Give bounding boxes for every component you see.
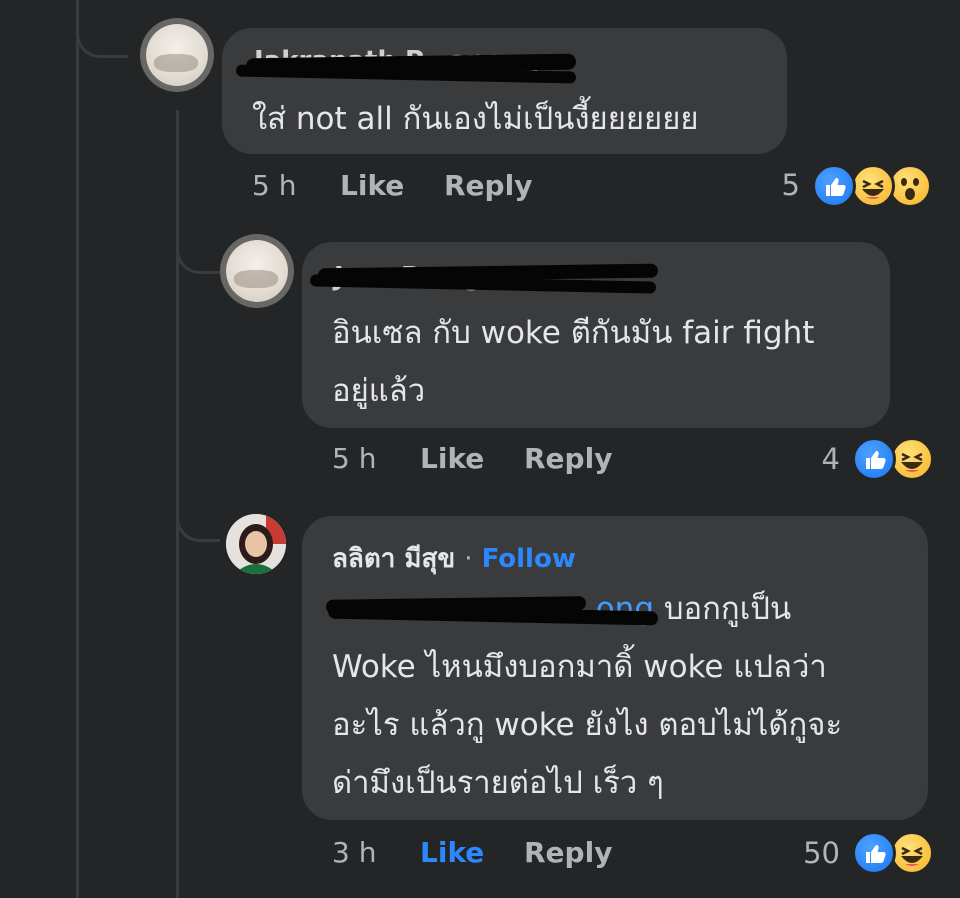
haha-icon[interactable]: [851, 164, 895, 208]
comment-line: อินเซล กับ woke ตีกันมัน fair fight: [332, 315, 815, 351]
reaction-count[interactable]: 50: [780, 836, 840, 870]
follow-button[interactable]: Follow: [482, 544, 576, 574]
avatar-photo: [226, 514, 286, 574]
timestamp[interactable]: 5 h: [332, 442, 376, 475]
avatar[interactable]: [146, 24, 208, 86]
thread-curve-2: [176, 220, 220, 274]
comment-line: อะไร แล้วกู woke ยังไง ตอบไม่ได้กูจะ: [332, 707, 843, 743]
comment-line: ด่ามึงเป็นรายต่อไป เร็ว ๆ: [332, 765, 664, 801]
avatar[interactable]: [226, 240, 288, 302]
thread-curve-1: [76, 0, 128, 58]
comment-line: อยู่แล้ว: [332, 373, 426, 409]
author-name[interactable]: ลลิตา มีสุข: [332, 544, 455, 574]
timestamp[interactable]: 3 h: [332, 836, 376, 869]
comment-line: ใส่ not all กันเองไม่เป็นงี้ยยยยยย: [252, 101, 699, 137]
like-button[interactable]: Like: [420, 442, 484, 475]
timestamp[interactable]: 5 h: [252, 169, 296, 202]
like-icon[interactable]: [852, 831, 896, 875]
like-icon[interactable]: [852, 437, 896, 481]
comment-line: Woke ไหนมึงบอกมาดิ้ woke แปลว่า: [332, 649, 827, 685]
reaction-count[interactable]: 4: [800, 442, 840, 476]
thread-line-outer: [76, 0, 79, 898]
like-icon[interactable]: [812, 164, 856, 208]
reply-button[interactable]: Reply: [524, 836, 612, 869]
comment-line-text: บอกกูเป็น: [654, 591, 792, 627]
thread-curve-3: [176, 500, 220, 542]
avatar[interactable]: [226, 514, 286, 574]
comment-text: ใส่ not all กันเองไม่เป็นงี้ยยยยยย: [252, 90, 699, 148]
comment-text: อินเซล กับ woke ตีกันมัน fair fight อยู่…: [332, 304, 814, 420]
like-button[interactable]: Like: [420, 836, 484, 869]
reply-button[interactable]: Reply: [444, 169, 532, 202]
author-row: ลลิตา มีสุข · Follow: [332, 538, 576, 579]
haha-icon[interactable]: [890, 437, 934, 481]
like-button[interactable]: Like: [340, 169, 404, 202]
reply-button[interactable]: Reply: [524, 442, 612, 475]
separator-dot: ·: [464, 544, 473, 574]
reaction-count[interactable]: 5: [760, 168, 800, 202]
haha-icon[interactable]: [890, 831, 934, 875]
